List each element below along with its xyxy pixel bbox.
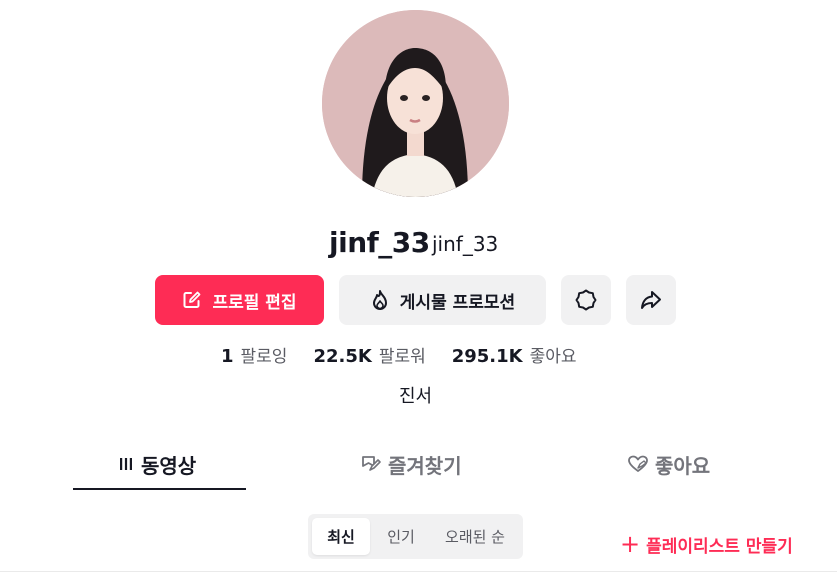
likes-count: 295.1K (451, 345, 523, 367)
sort-popular-button[interactable]: 인기 (376, 518, 426, 555)
grid-lines-icon (117, 455, 135, 473)
flame-icon (370, 289, 390, 311)
avatar[interactable] (322, 10, 509, 197)
edit-profile-button[interactable]: 프로필 편집 (155, 275, 324, 325)
promote-posts-label: 게시물 프로모션 (399, 292, 516, 313)
following-stat[interactable]: 1 팔로잉 (221, 342, 287, 367)
active-tab-indicator (73, 488, 246, 490)
profile-bio: 진서 (398, 386, 433, 407)
profile-photo (322, 10, 509, 197)
sort-latest-button[interactable]: 최신 (312, 518, 370, 555)
promote-posts-button[interactable]: 게시물 프로모션 (339, 275, 546, 325)
following-label: 팔로잉 (240, 346, 288, 367)
followers-stat[interactable]: 22.5K 팔로워 (313, 342, 425, 367)
share-button[interactable] (626, 275, 676, 325)
settings-button[interactable] (561, 275, 611, 325)
profile-stats: 1 팔로잉 22.5K 팔로워 295.1K 좋아요 (221, 340, 603, 368)
create-playlist-button[interactable]: + 플레이리스트 만들기 (620, 530, 793, 558)
tab-videos[interactable]: 동영상 (117, 446, 196, 482)
create-playlist-label: 플레이리스트 만들기 (646, 536, 793, 557)
sort-segmented-control: 최신 인기 오래된 순 (308, 514, 523, 559)
divider (0, 571, 837, 572)
edit-icon (182, 290, 202, 310)
sort-oldest-button[interactable]: 오래된 순 (430, 518, 520, 555)
tab-favorites-label: 즐겨찾기 (388, 453, 462, 478)
followers-count: 22.5K (313, 345, 372, 367)
profile-name-row: jinf_33 jinf_33 (0, 225, 837, 261)
following-count: 1 (221, 345, 234, 367)
likes-stat: 295.1K 좋아요 (452, 342, 577, 367)
tab-liked-label: 좋아요 (655, 453, 711, 478)
tab-videos-label: 동영상 (141, 453, 197, 478)
heart-icon (627, 454, 649, 474)
plus-icon: + (620, 530, 641, 558)
share-arrow-icon (639, 288, 663, 312)
tab-favorites[interactable]: 즐겨찾기 (360, 446, 462, 482)
edit-profile-label: 프로필 편집 (212, 292, 297, 313)
bookmark-icon (360, 454, 382, 474)
username: jinf_33 (329, 226, 430, 259)
gear-icon (574, 288, 598, 312)
followers-label: 팔로워 (378, 346, 426, 367)
tab-liked[interactable]: 좋아요 (627, 446, 710, 482)
likes-label: 좋아요 (529, 346, 577, 367)
nickname: jinf_33 (432, 232, 499, 256)
